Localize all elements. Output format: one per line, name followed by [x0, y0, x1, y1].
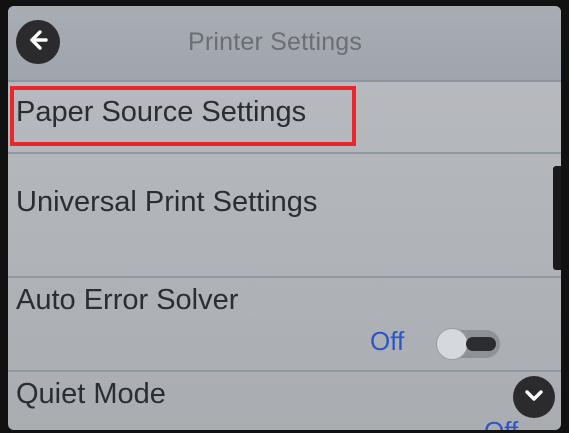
menu-item-label: Quiet Mode [16, 378, 166, 410]
menu-item-auto-error-solver[interactable]: Auto Error Solver Off [8, 278, 561, 372]
back-button[interactable] [16, 20, 60, 64]
menu-item-quiet-mode[interactable]: Quiet Mode Off [8, 372, 561, 430]
selection-highlight [10, 86, 356, 146]
page-title: Printer Settings [188, 28, 363, 56]
menu-item-universal-print-settings[interactable]: Universal Print Settings [8, 154, 561, 278]
header-bar: Printer Settings [8, 6, 561, 82]
scroll-down-button[interactable] [513, 376, 555, 418]
setting-value: Off [484, 416, 518, 430]
arrow-left-icon [23, 25, 53, 60]
toggle-knob [436, 328, 468, 360]
toggle-track [466, 337, 496, 351]
printer-lcd-screen: Printer Settings Paper Source Settings U… [8, 6, 561, 430]
setting-value: Off [370, 326, 405, 356]
scrollbar[interactable] [553, 166, 561, 270]
auto-error-solver-toggle[interactable] [436, 328, 500, 360]
chevron-down-icon [521, 382, 547, 413]
menu-item-label: Universal Print Settings [16, 186, 318, 218]
menu-item-label: Auto Error Solver [16, 284, 239, 316]
